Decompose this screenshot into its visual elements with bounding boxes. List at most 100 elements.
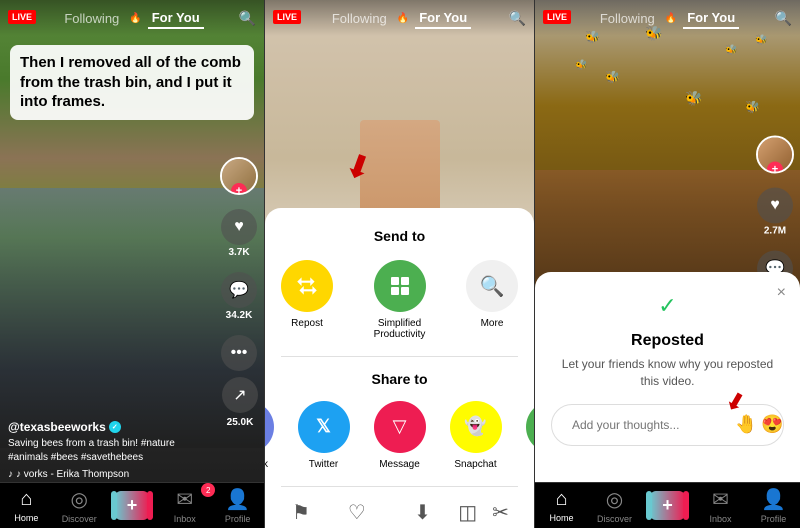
stitch-item[interactable]: ✂ Stitch — [488, 500, 513, 528]
nav-profile[interactable]: 👤 Profile — [211, 487, 264, 524]
bottom-actions: ⚑ Report ♡ Not interested ⬇ Save video ◫… — [281, 500, 518, 528]
discover-label-3: Discover — [597, 514, 632, 524]
repost-label: Repost — [291, 318, 323, 329]
top-nav-1: LIVE Following 🔥 For You 🔍 — [0, 0, 264, 36]
live-badge-2: LIVE — [273, 10, 301, 24]
nav-add[interactable]: + — [106, 491, 159, 520]
check-circle: ✓ — [650, 288, 686, 324]
creator-avatar-3[interactable]: + — [756, 136, 794, 174]
emoji-buttons: 🤚 😍 — [735, 414, 784, 435]
nav-inbox[interactable]: ✉ 2 Inbox — [158, 487, 211, 524]
share-to-title: Share to — [281, 371, 518, 387]
profile-icon: 👤 — [225, 487, 250, 512]
home-icon-3: ⌂ — [555, 488, 567, 511]
discover-label: Discover — [62, 514, 97, 524]
following-tab-3[interactable]: Following — [596, 9, 659, 28]
copylink-item[interactable]: 🔗 Copy link — [265, 401, 274, 470]
copylink-label: Copy link — [265, 459, 268, 470]
top-nav-3: LIVE Following 🔥 For You 🔍 — [535, 0, 800, 36]
plus-icon-3: + — [662, 495, 673, 516]
wave-emoji[interactable]: 🤚 — [735, 414, 757, 435]
follow-button[interactable]: + — [231, 183, 247, 195]
duet-icon: ◫ — [458, 500, 477, 525]
profile-icon-3: 👤 — [761, 487, 786, 512]
twitter-item[interactable]: 𝕏 Twitter — [298, 401, 350, 470]
not-interested-item[interactable]: ♡ Not interested — [326, 500, 388, 528]
twitter-icon: 𝕏 — [298, 401, 350, 453]
add-button-3[interactable]: + — [650, 491, 685, 520]
search-icon-1[interactable]: 🔍 — [239, 10, 256, 27]
like-button[interactable]: ♥ 3.7K — [221, 209, 257, 258]
right-actions-1: + ♥ 3.7K 💬 34.2K ••• — [220, 157, 258, 371]
nav-discover-3[interactable]: ◎ Discover — [588, 487, 641, 524]
inbox-icon: ✉ — [176, 487, 193, 512]
repost-item[interactable]: Repost — [281, 260, 333, 340]
add-button[interactable]: + — [115, 491, 150, 520]
nav-home[interactable]: ⌂ Home — [0, 488, 53, 523]
live-badge-3: LIVE — [543, 10, 571, 24]
following-tab-2[interactable]: Following — [328, 9, 391, 28]
creator-avatar[interactable]: + — [220, 157, 258, 195]
comment-button[interactable]: 💬 34.2K — [221, 272, 257, 321]
top-nav-2: LIVE Following 🔥 For You 🔍 — [265, 0, 534, 36]
divider-2 — [281, 486, 518, 487]
search-icon-3[interactable]: 🔍 — [775, 10, 792, 27]
snapchat-item[interactable]: 👻 Snapchat — [450, 401, 502, 470]
thoughts-input[interactable] — [572, 418, 727, 432]
nav-home-3[interactable]: ⌂ Home — [535, 488, 588, 523]
for-you-tab-1[interactable]: For You — [148, 8, 204, 29]
message-label: Message — [379, 459, 420, 470]
flag-icon: ⚑ — [292, 500, 310, 525]
inbox-icon-3: ✉ — [712, 487, 729, 512]
caption-text: Then I removed all of the comb from the … — [20, 54, 241, 110]
more-button-1[interactable]: ••• — [221, 335, 257, 371]
simplified-label: Simplified Productivity — [357, 318, 442, 340]
twitter-label: Twitter — [309, 459, 338, 470]
repost-description: Let your friends know why you reposted t… — [551, 356, 784, 390]
more-item[interactable]: 🔍 More — [466, 260, 518, 340]
inbox-label: Inbox — [174, 514, 196, 524]
like-count: 3.7K — [228, 247, 249, 258]
heart-icon: ♥ — [221, 209, 257, 245]
profile-label: Profile — [225, 514, 251, 524]
save-video-item[interactable]: ⬇ Save video — [398, 500, 447, 528]
for-you-tab-2[interactable]: For You — [415, 8, 471, 29]
nav-discover[interactable]: ◎ Discover — [53, 487, 106, 524]
heart-slash-icon: ♡ — [348, 500, 366, 525]
music-note-icon: ♪ — [8, 469, 13, 480]
comment-icon: 💬 — [221, 272, 257, 308]
comment-count: 34.2K — [226, 310, 253, 321]
send-to-row: Repost Simplified Productivity 🔍 — [281, 260, 518, 340]
nav-add-3[interactable]: + — [641, 491, 694, 520]
love-emoji[interactable]: 😍 — [761, 414, 783, 435]
download-icon: ⬇ — [414, 500, 431, 525]
home-label-3: Home — [549, 513, 573, 523]
repost-icon — [281, 260, 333, 312]
music-info: ♪ ♪ vorks - Erika Thompson — [8, 469, 214, 480]
panel-1: LIVE Following 🔥 For You 🔍 Then I remove… — [0, 0, 265, 528]
for-you-tab-3[interactable]: For You — [683, 8, 739, 29]
bottom-nav-1: ⌂ Home ◎ Discover + ✉ 2 Inbox 👤 Profile — [0, 482, 264, 528]
nav-profile-3[interactable]: 👤 Profile — [747, 487, 800, 524]
share-button-1[interactable]: ↗ — [222, 377, 258, 413]
snapchat-label: Snapchat — [454, 459, 496, 470]
like-button-3[interactable]: ♥ 2.7M — [757, 188, 793, 237]
live-badge-1: LIVE — [8, 10, 36, 24]
share-modal: Send to Repost — [265, 208, 534, 528]
close-button[interactable]: × — [777, 284, 786, 302]
duet-item[interactable]: ◫ Duet — [457, 500, 478, 528]
message-item[interactable]: ▽ Message — [374, 401, 426, 470]
simplified-item[interactable]: Simplified Productivity — [357, 260, 442, 340]
nav-inbox-3[interactable]: ✉ Inbox — [694, 487, 747, 524]
search-icon-2[interactable]: 🔍 — [509, 10, 526, 27]
follow-button-3[interactable]: + — [767, 162, 783, 174]
sms-item[interactable]: SMS SMS — [526, 401, 536, 470]
report-item[interactable]: ⚑ Report — [286, 500, 316, 528]
message-icon: ▽ — [374, 401, 426, 453]
check-area: ✓ — [551, 288, 784, 324]
plus-icon: + — [127, 495, 138, 516]
following-tab-1[interactable]: Following — [60, 9, 123, 28]
repost-title: Reposted — [551, 332, 784, 350]
share-to-row: 🔗 Copy link 𝕏 Twitter ▽ Message 👻 Snapch… — [281, 401, 518, 470]
divider-1 — [281, 356, 518, 357]
